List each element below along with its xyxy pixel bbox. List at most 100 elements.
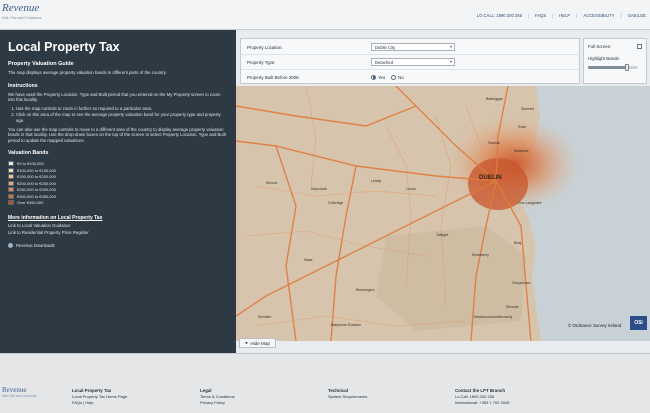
legend-label: €300,000 to €350,000 [17, 193, 56, 199]
built-yes-radio[interactable]: Yes [371, 74, 386, 80]
separator: | [527, 13, 530, 18]
legend-swatch [8, 200, 14, 206]
legend-item: Over €350,000 [8, 199, 228, 206]
help-link[interactable]: HELP [559, 13, 570, 18]
legend-label: €200,000 to €250,000 [17, 180, 56, 186]
place-label: Lucan [406, 187, 416, 191]
map-options-panel: Full Screen: Highlight Bands: [583, 38, 647, 84]
place-label: Skerries [521, 107, 534, 111]
chevron-down-icon: ▾ [449, 44, 452, 49]
map-attribution: © Ordnance Survey Ireland [568, 323, 622, 328]
place-label: Bray [514, 241, 522, 245]
fullscreen-row: Full Screen: [588, 42, 642, 50]
place-label: Celbridge [328, 201, 343, 205]
type-label: Property Type: [247, 59, 276, 65]
place-label: Swords [488, 141, 500, 145]
legend-label: €0 to €100,000 [17, 161, 44, 167]
instruction-step: Use the map controls to zoom in further … [16, 106, 228, 112]
footer-link[interactable]: Privacy Policy [200, 400, 235, 406]
highlight-row: Highlight Bands: [588, 54, 642, 62]
divider [241, 54, 581, 55]
hide-map-label: Hide Map [250, 340, 270, 346]
footer-col-technical: Technical System Requirements [328, 388, 367, 400]
accessibility-link[interactable]: ACCESSIBILITY [583, 13, 614, 18]
legend-swatch [8, 193, 14, 199]
footer-link[interactable]: FAQs | Help [72, 400, 127, 406]
price-register-link[interactable]: Link to Residential Property Price Regis… [8, 230, 228, 235]
location-select[interactable]: Dublin City ▾ [371, 43, 455, 51]
footer-logo[interactable]: Revenue Irish Tax and Customs [2, 386, 52, 398]
lo-call-link[interactable]: LO CALL: 1890 200 255 [477, 13, 522, 18]
top-links: LO CALL: 1890 200 255 | FAQS | HELP | AC… [477, 13, 646, 18]
map-canvas[interactable]: Balbriggan Skerries Rush Malahide Swords Kilc… [236, 86, 650, 341]
footer-link[interactable]: System Requirements [328, 394, 367, 400]
place-label: Malahide [514, 149, 529, 153]
fullscreen-label: Full Screen: [588, 43, 612, 49]
top-header: Revenue Irish Tax and Customs LO CALL: 1… [0, 0, 650, 30]
separator: | [552, 13, 554, 18]
fullscreen-checkbox[interactable] [637, 43, 642, 49]
legend-swatch [8, 161, 14, 167]
valuation-map[interactable]: Balbriggan Skerries Rush Malahide Swords Kilc… [236, 86, 650, 341]
brand-subtitle: Irish Tax and Customs [2, 15, 42, 20]
place-label: Kilcoole [506, 305, 519, 309]
place-label: Maynooth [311, 187, 327, 191]
hide-map-button[interactable]: ◂ Hide Map [239, 338, 276, 348]
separator: | [576, 13, 578, 18]
place-label: Naas [304, 258, 313, 262]
built-row: Property Built Before 2006: Yes No [247, 71, 410, 83]
footer-col-contact: Contact the LPT Branch Lo Call: 1890 200… [455, 388, 509, 406]
place-label: Rush [518, 125, 526, 129]
place-label: Leixlip [371, 179, 381, 183]
place-label: Kilcullen [258, 315, 271, 319]
place-label: Dun Laoghaire [518, 201, 542, 205]
instruction-steps: Use the map controls to zoom in further … [8, 106, 228, 124]
type-value: Detached [375, 59, 393, 65]
revenue-logo[interactable]: Revenue Irish Tax and Customs [2, 2, 82, 24]
type-select[interactable]: Detached ▾ [371, 58, 455, 66]
more-info-link[interactable]: More information on Local Property Tax [8, 215, 228, 221]
separator: | [620, 13, 622, 18]
built-no-radio[interactable]: No [391, 74, 404, 80]
screen: Revenue Irish Tax and Customs LO CALL: 1… [0, 0, 650, 413]
legend-swatch [8, 180, 14, 186]
brand-name: Revenue [2, 2, 40, 14]
place-label: Ballymore Eustace [331, 323, 361, 327]
download-icon [8, 242, 13, 248]
instructions-heading: Instructions [8, 82, 38, 89]
location-label: Property Location: [247, 44, 283, 50]
legend-label: €150,000 to €200,000 [17, 174, 56, 180]
gaeilge-link[interactable]: GAEILGE [628, 13, 646, 18]
legend-label: €250,000 to €300,000 [17, 187, 56, 193]
highlight-label: Highlight Bands: [588, 55, 620, 61]
osi-logo: OSi [630, 316, 647, 330]
place-label: Greystones [512, 281, 531, 285]
downloads-label: Revenue Downloads [16, 242, 55, 248]
page-title: Local Property Tax [8, 40, 120, 54]
highlight-slider[interactable] [588, 64, 638, 71]
place-label: Tallaght [436, 233, 448, 237]
extra-instructions: You can also use the map controls to mov… [8, 126, 226, 143]
footer-text: International: +353 1 702 3049 [455, 400, 510, 405]
type-row: Property Type: Detached ▾ [247, 56, 455, 68]
chevron-left-icon: ◂ [245, 340, 248, 345]
yes-label: Yes [378, 74, 386, 80]
slider-handle[interactable] [625, 64, 629, 71]
radio-dot [391, 74, 397, 80]
legend-label: Over €350,000 [17, 200, 44, 206]
city-label: DUBLIN [479, 175, 502, 181]
property-filter-panel: Property Location: Dublin City ▾ Propert… [240, 38, 581, 84]
legend-swatch [8, 167, 14, 173]
faqs-link[interactable]: FAQS [535, 13, 546, 18]
bands-heading: Valuation Bands [8, 150, 49, 157]
slider-fill [588, 66, 627, 69]
valuation-guidance-link[interactable]: Link to Local Valuation Guidance [8, 223, 228, 228]
divider [241, 69, 581, 70]
location-row: Property Location: Dublin City ▾ [247, 41, 455, 53]
no-label: No [398, 74, 404, 80]
downloads-link[interactable]: Revenue Downloads [8, 242, 228, 248]
valuation-legend: €0 to €100,000 €100,000 to €150,000 €150… [8, 160, 228, 206]
footer-brand: Revenue [2, 386, 27, 394]
legend-label: €100,000 to €150,000 [17, 167, 56, 173]
page-subtitle: Property Valuation Guide [8, 61, 74, 67]
